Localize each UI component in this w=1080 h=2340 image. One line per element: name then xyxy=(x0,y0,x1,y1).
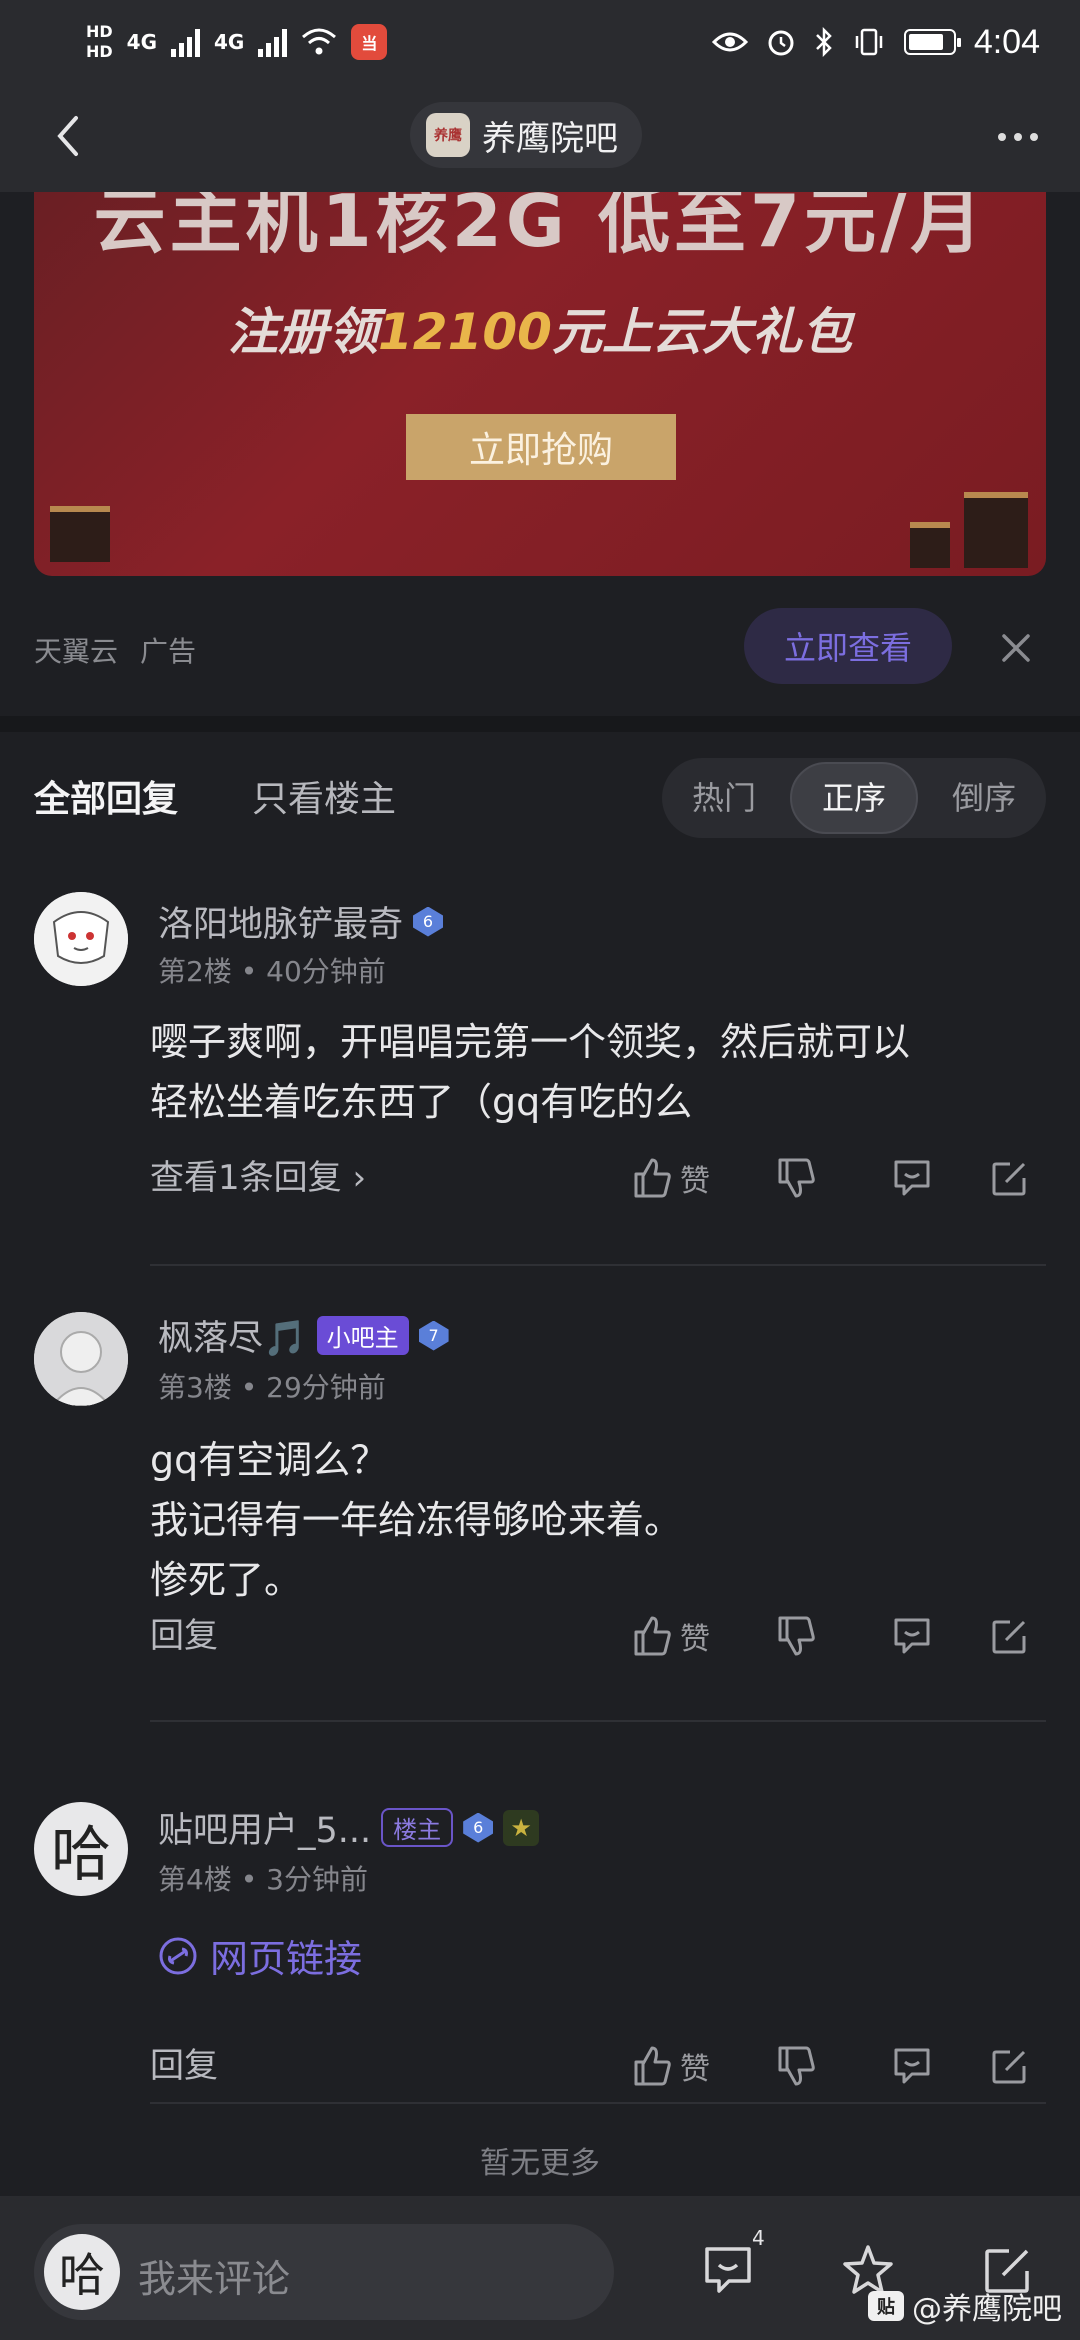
level-badge: 6 xyxy=(413,906,444,937)
bottom-comment-bar: 哈 我来评论 4 贴 @养鹰院吧 xyxy=(0,2196,1080,2340)
signal-icon xyxy=(171,27,201,57)
sort-descending[interactable]: 倒序 xyxy=(922,762,1046,834)
chevron-left-icon xyxy=(57,116,78,156)
hd-indicator: HD HD xyxy=(86,22,113,61)
ad-subheadline: 注册领12100元上云大礼包 xyxy=(228,303,852,361)
post-meta: 第2楼 • 40分钟前 xyxy=(158,955,386,988)
network-type-1: 4G xyxy=(126,30,158,54)
thumbs-up-icon xyxy=(634,2046,671,2086)
comment-icon[interactable] xyxy=(890,1154,934,1202)
thumbs-down-icon[interactable] xyxy=(776,2042,816,2090)
username-row: 贴吧用户_5... 楼主 6 ★ xyxy=(158,1802,540,1853)
bluetooth-icon xyxy=(815,27,832,57)
level-badge: 7 xyxy=(418,1320,449,1351)
alarm-icon xyxy=(768,30,794,56)
like-button[interactable]: 赞 xyxy=(632,2042,710,2090)
op-badge: 楼主 xyxy=(381,1808,454,1847)
tab-all-replies[interactable]: 全部回复 xyxy=(34,770,178,822)
like-button[interactable]: 赞 xyxy=(632,1154,710,1202)
forum-avatar: 养鹰 xyxy=(426,113,470,157)
level-badge: 6 xyxy=(463,1812,494,1843)
username[interactable]: 枫落尽🎵 xyxy=(158,1310,307,1361)
medal-icon: ★ xyxy=(503,1809,540,1846)
tab-only-op[interactable]: 只看楼主 xyxy=(252,770,396,822)
avatar[interactable]: 哈 xyxy=(34,1802,128,1896)
avatar-image xyxy=(34,1312,128,1406)
post-divider xyxy=(150,1720,1046,1722)
app-notification-icon: 当 xyxy=(351,24,388,60)
wifi-icon xyxy=(302,28,337,55)
reply-button[interactable]: 回复 xyxy=(150,2036,218,2096)
reply-button[interactable]: 回复 xyxy=(150,1606,218,1666)
thumbs-up-icon xyxy=(634,1158,671,1198)
post-divider xyxy=(150,1264,1046,1266)
thumbs-down-icon[interactable] xyxy=(776,1612,816,1660)
avatar[interactable] xyxy=(34,892,128,986)
ad-view-button[interactable]: 立即查看 xyxy=(744,608,952,684)
tieba-logo-icon: 贴 xyxy=(868,2291,904,2321)
comment-input[interactable]: 哈 我来评论 xyxy=(34,2224,614,2320)
more-button[interactable] xyxy=(988,112,1048,162)
comment-icon[interactable] xyxy=(890,2042,934,2090)
username-row: 枫落尽🎵 小吧主 7 xyxy=(158,1310,449,1361)
post-actions: 回复 赞 xyxy=(150,2036,1046,2096)
top-nav-bar: 养鹰 养鹰院吧 xyxy=(0,80,1080,192)
network-type-2: 4G xyxy=(214,30,245,54)
link-icon xyxy=(159,1937,197,1974)
sort-hot[interactable]: 热门 xyxy=(662,762,786,834)
avatar-text: 哈 xyxy=(51,1819,111,1890)
share-icon[interactable] xyxy=(988,2042,1032,2090)
ad-headline: 云主机1核2G 低至7元/月 xyxy=(93,192,987,263)
username[interactable]: 洛阳地脉铲最奇 xyxy=(158,896,403,947)
battery-icon xyxy=(903,29,961,55)
gift-box-image xyxy=(50,506,110,562)
post-meta: 第4楼 • 3分钟前 xyxy=(158,1863,368,1896)
gift-box-image xyxy=(964,492,1028,568)
share-icon[interactable] xyxy=(988,1612,1032,1660)
forum-title: 养鹰院吧 xyxy=(482,118,618,159)
ad-buy-button[interactable]: 立即抢购 xyxy=(406,414,676,480)
comment-count-badge: 4 xyxy=(752,2226,765,2250)
admin-badge: 小吧主 xyxy=(316,1316,409,1355)
ad-source: 天翼云 广告 xyxy=(34,635,197,668)
username-row: 洛阳地脉铲最奇 6 xyxy=(158,896,444,947)
comment-icon xyxy=(705,2247,751,2293)
avatar: 哈 xyxy=(44,2234,120,2310)
watermark: 贴 @养鹰院吧 xyxy=(868,2284,1062,2328)
avatar[interactable] xyxy=(34,1312,128,1406)
reply-tabs: 全部回复 只看楼主 热门 正序 倒序 xyxy=(0,732,1080,872)
web-link[interactable]: 网页链接 xyxy=(158,1928,362,1983)
comment-icon[interactable] xyxy=(890,1612,934,1660)
post-actions: 查看1条回复 › 赞 xyxy=(150,1148,1046,1208)
ad-footer: 天翼云 广告 立即查看 xyxy=(0,576,1080,716)
post-content: gq有空调么？ 我记得有一年给冻得够呛来着。 惨死了。 xyxy=(150,1438,683,1602)
vibrate-icon xyxy=(855,28,883,56)
ad-banner[interactable]: 云主机1核2G 低至7元/月 注册领12100元上云大礼包 立即抢购 xyxy=(34,192,1046,576)
sort-toggle: 热门 正序 倒序 xyxy=(662,758,1046,838)
no-more-text: 暂无更多 xyxy=(480,2146,600,2181)
sort-ascending[interactable]: 正序 xyxy=(790,762,918,834)
clock: 4:04 xyxy=(973,22,1040,61)
post-actions: 回复 赞 xyxy=(150,1606,1046,1666)
back-button[interactable] xyxy=(40,108,96,164)
thumbs-up-icon xyxy=(634,1616,671,1656)
forum-title-pill[interactable]: 养鹰 养鹰院吧 xyxy=(410,102,642,168)
like-button[interactable]: 赞 xyxy=(632,1612,710,1660)
comments-button[interactable] xyxy=(698,2240,758,2300)
section-separator xyxy=(0,716,1080,732)
close-icon[interactable] xyxy=(996,628,1036,668)
avatar-image xyxy=(34,892,128,986)
comment-placeholder: 我来评论 xyxy=(138,2257,291,2301)
post-divider xyxy=(150,2102,1046,2104)
status-bar: HD HD 4G 4G 当 4:04 xyxy=(0,0,1080,80)
view-replies-link[interactable]: 查看1条回复 › xyxy=(150,1148,366,1208)
thumbs-down-icon[interactable] xyxy=(776,1154,816,1202)
username[interactable]: 贴吧用户_5... xyxy=(158,1802,371,1853)
post-content: 嘤子爽啊，开唱唱完第一个领奖，然后就可以 轻松坐着吃东西了（gq有吃的么 xyxy=(150,1020,911,1124)
post-meta: 第3楼 • 29分钟前 xyxy=(158,1371,386,1404)
gift-box-image xyxy=(910,522,950,568)
share-icon[interactable] xyxy=(988,1154,1032,1202)
signal-icon-2 xyxy=(258,27,288,57)
eye-icon xyxy=(711,32,748,52)
